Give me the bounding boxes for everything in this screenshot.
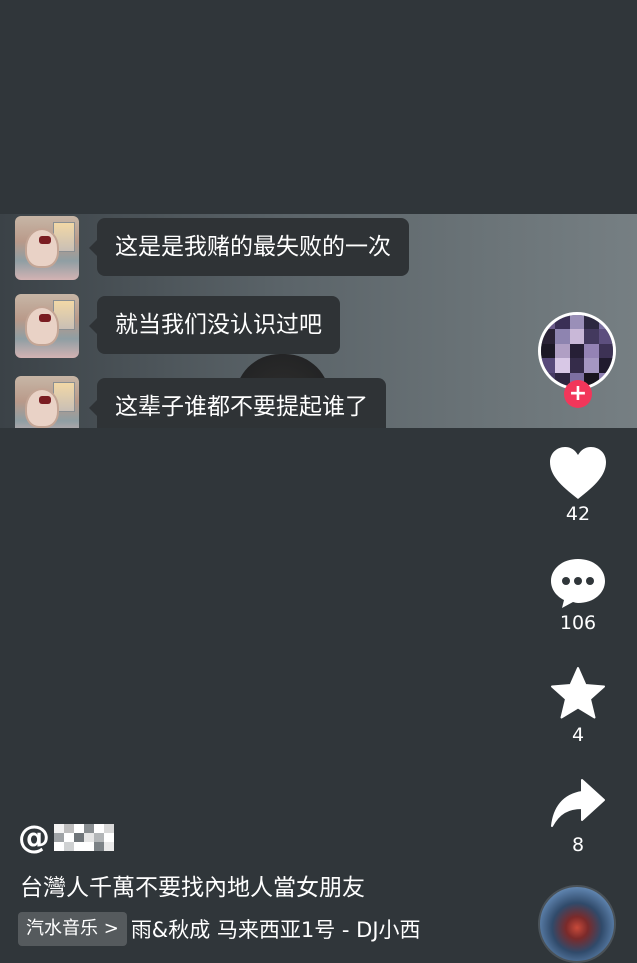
chat-screenshot-overlay: 这是是我赌的最失败的一次 就当我们没认识过吧 这辈子谁都不要提起谁了 <box>0 214 637 428</box>
chat-avatar <box>15 294 79 358</box>
music-row[interactable]: 汽水音乐 > 雨&秋成 马来西亚1号 - DJ小西 <box>18 912 480 946</box>
like-button[interactable]: 42 <box>530 445 626 525</box>
follow-button[interactable]: + <box>564 380 592 408</box>
favorite-button[interactable]: 4 <box>530 666 626 746</box>
author-name-mosaic <box>54 823 114 851</box>
comment-icon <box>551 559 605 608</box>
chat-bubble: 这是是我赌的最失败的一次 <box>89 218 409 276</box>
share-button[interactable]: 8 <box>530 776 626 856</box>
author-avatar[interactable] <box>538 312 616 390</box>
share-arrow-icon <box>551 779 605 827</box>
like-count: 42 <box>565 503 591 525</box>
music-app-tag[interactable]: 汽水音乐 > <box>18 912 127 946</box>
heart-icon <box>550 447 606 499</box>
comment-button[interactable]: 106 <box>530 556 626 634</box>
star-icon <box>551 667 605 719</box>
favorite-count: 4 <box>571 724 585 746</box>
chat-avatar <box>15 216 79 280</box>
music-title[interactable]: 雨&秋成 马来西亚1号 - DJ小西 <box>131 914 421 944</box>
share-count: 8 <box>571 834 585 856</box>
chat-avatar <box>15 376 79 428</box>
author-at-sign: @ <box>18 818 50 856</box>
comment-count: 106 <box>559 612 597 634</box>
music-disc[interactable] <box>538 885 616 963</box>
video-caption[interactable]: 台灣人千萬不要找內地人當女朋友 <box>20 868 365 902</box>
chat-bubble: 就当我们没认识过吧 <box>89 296 340 354</box>
chat-bubble: 这辈子谁都不要提起谁了 <box>89 378 386 428</box>
author-row[interactable]: @ <box>18 820 114 854</box>
